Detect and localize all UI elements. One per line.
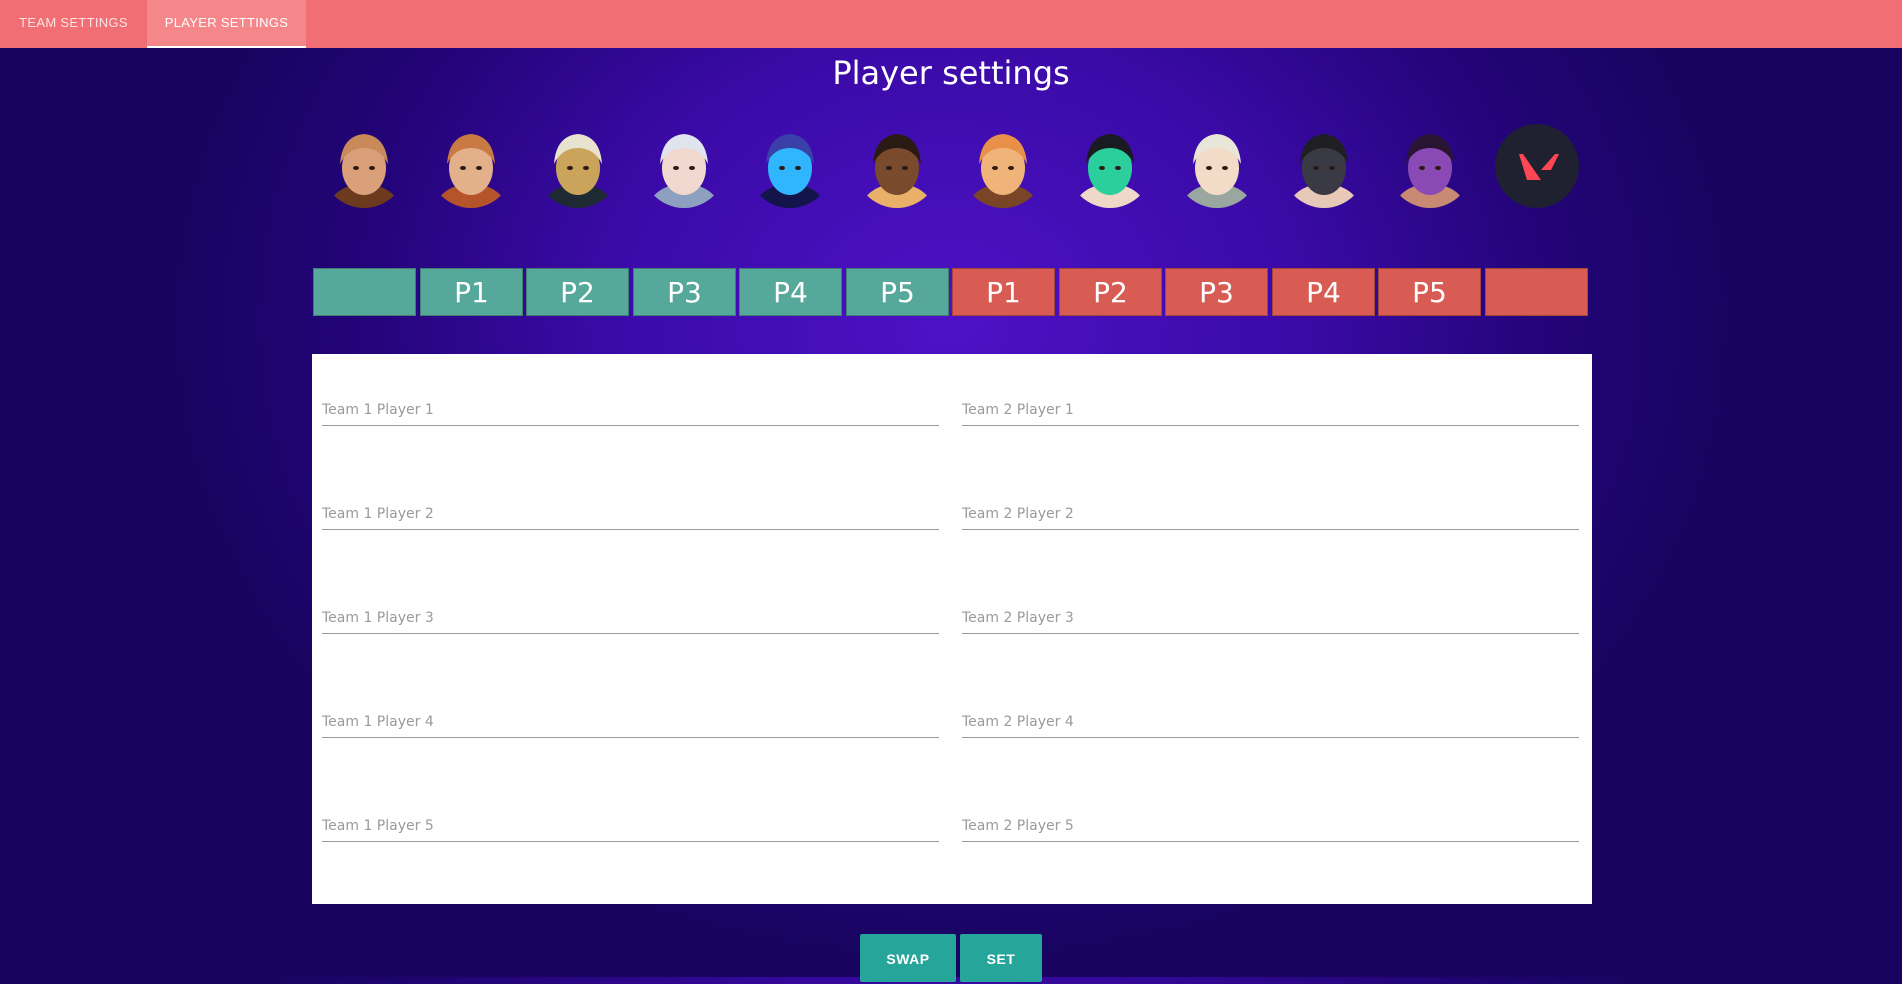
player-names-panel — [312, 354, 1592, 904]
player-slot[interactable]: P2 — [1059, 268, 1162, 316]
brimstone-portrait[interactable] — [322, 124, 406, 208]
team1-player1-field[interactable] — [322, 390, 939, 426]
sova-portrait[interactable] — [1175, 124, 1259, 208]
player-slot[interactable]: P3 — [633, 268, 736, 316]
viper-portrait[interactable] — [1282, 124, 1366, 208]
swap-button[interactable]: SWAP — [860, 934, 956, 982]
team2-player4-field[interactable] — [962, 702, 1579, 738]
player-slot[interactable] — [1485, 268, 1588, 316]
team1-player3-field[interactable] — [322, 598, 939, 634]
jett-portrait[interactable] — [642, 124, 726, 208]
team1-player5-field[interactable] — [322, 806, 939, 842]
player-slot[interactable]: P4 — [1272, 268, 1375, 316]
agent-portrait-row — [0, 124, 1902, 210]
cypher-portrait[interactable] — [536, 124, 620, 208]
player-slot[interactable] — [313, 268, 416, 316]
set-button[interactable]: SET — [960, 934, 1042, 982]
team2-player5-field[interactable] — [962, 806, 1579, 842]
tab-team-settings[interactable]: TEAM SETTINGS — [0, 0, 147, 48]
player-slot[interactable]: P2 — [526, 268, 629, 316]
team2-player2-field[interactable] — [962, 494, 1579, 530]
omen-portrait[interactable] — [748, 124, 832, 208]
team1-player2-field[interactable] — [322, 494, 939, 530]
valorant-logo[interactable] — [1495, 124, 1579, 208]
raze-portrait[interactable] — [961, 124, 1045, 208]
player-slot-bar: P1 P2 P3 P4 P5 P1 P2 P3 P4 P5 — [313, 268, 1590, 317]
reyna-portrait[interactable] — [1388, 124, 1472, 208]
player-slot[interactable]: P1 — [952, 268, 1055, 316]
top-tab-bar: TEAM SETTINGS PLAYER SETTINGS — [0, 0, 1902, 48]
team2-player1-field[interactable] — [962, 390, 1579, 426]
player-slot[interactable]: P1 — [420, 268, 523, 316]
phoenix-portrait[interactable] — [855, 124, 939, 208]
team2-player3-field[interactable] — [962, 598, 1579, 634]
page-title: Player settings — [832, 54, 1070, 92]
player-slot[interactable]: P4 — [739, 268, 842, 316]
team1-player4-field[interactable] — [322, 702, 939, 738]
brimstone-alt-portrait[interactable] — [429, 124, 513, 208]
sage-portrait[interactable] — [1068, 124, 1152, 208]
player-slot[interactable]: P5 — [846, 268, 949, 316]
player-slot[interactable]: P3 — [1165, 268, 1268, 316]
tab-player-settings[interactable]: PLAYER SETTINGS — [147, 0, 306, 48]
player-slot[interactable]: P5 — [1378, 268, 1481, 316]
